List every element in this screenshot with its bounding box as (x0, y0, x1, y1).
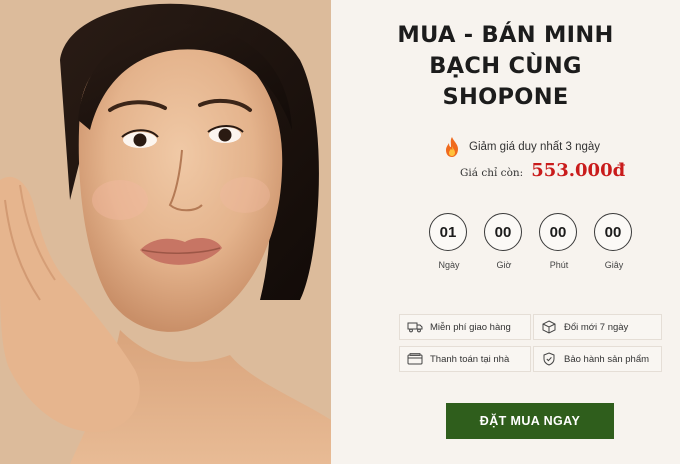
hero-image (0, 0, 331, 464)
price-row: Giá chỉ còn: 553.000đ (460, 160, 625, 181)
countdown-seconds: 00 Giây (594, 213, 634, 270)
countdown-minutes-value: 00 (539, 213, 577, 251)
countdown-hours: 00 Giờ (484, 213, 524, 270)
price-label: Giá chỉ còn: (460, 167, 524, 179)
feature-warranty: Bảo hành sản phẩm (533, 346, 662, 372)
box-icon (541, 320, 557, 334)
title-line-2: BẠCH CÙNG (429, 53, 582, 79)
feature-label: Đổi mới 7 ngày (564, 321, 629, 333)
promo-banner: Giảm giá duy nhất 3 ngày (443, 136, 600, 158)
countdown-hours-label: Giờ (496, 260, 512, 270)
countdown-days-label: Ngày (438, 260, 460, 270)
title-line-1: MUA - BÁN MINH (397, 22, 614, 48)
page-title: MUA - BÁN MINH BẠCH CÙNG SHOPONE (331, 20, 680, 113)
title-line-3: SHOPONE (442, 84, 569, 110)
feature-label: Bảo hành sản phẩm (564, 353, 650, 365)
truck-icon (407, 320, 423, 334)
feature-exchange: Đổi mới 7 ngày (533, 314, 662, 340)
countdown-minutes-label: Phút (549, 260, 569, 270)
product-panel: MUA - BÁN MINH BẠCH CÙNG SHOPONE Giảm gi… (331, 0, 680, 464)
countdown-days-value: 01 (429, 213, 467, 251)
feature-label: Thanh toán tại nhà (430, 353, 510, 365)
feature-label: Miễn phí giao hàng (430, 321, 511, 333)
shield-icon (541, 352, 557, 366)
wallet-icon (407, 352, 423, 366)
price-value: 553.000đ (531, 160, 626, 181)
feature-free-shipping: Miễn phí giao hàng (399, 314, 531, 340)
countdown-days: 01 Ngày (429, 213, 469, 270)
order-now-button[interactable]: ĐẶT MUA NGAY (446, 403, 614, 439)
countdown-seconds-value: 00 (594, 213, 632, 251)
feature-cod: Thanh toán tại nhà (399, 346, 531, 372)
fire-icon (446, 137, 458, 157)
countdown-seconds-label: Giây (604, 260, 624, 270)
promo-text: Giảm giá duy nhất 3 ngày (469, 141, 601, 153)
countdown-hours-value: 00 (484, 213, 522, 251)
countdown-minutes: 00 Phút (539, 213, 579, 270)
